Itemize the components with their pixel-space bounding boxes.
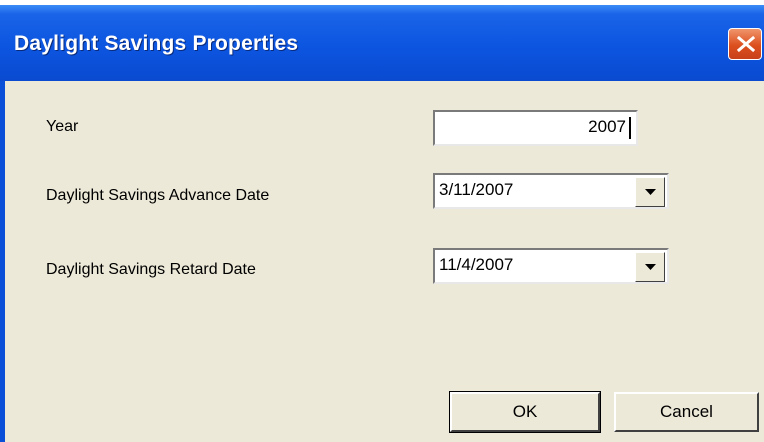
title-bar[interactable]: Daylight Savings Properties xyxy=(0,5,764,81)
cancel-button[interactable]: Cancel xyxy=(614,392,759,432)
chevron-down-icon xyxy=(645,264,656,270)
year-value: 2007 xyxy=(588,117,626,136)
window-title: Daylight Savings Properties xyxy=(14,32,299,55)
retard-date-combobox[interactable]: 11/4/2007 xyxy=(433,248,669,284)
retard-date-dropdown-button[interactable] xyxy=(635,252,665,282)
year-label: Year xyxy=(46,118,79,135)
dialog-body: Year 2007 Daylight Savings Advance Date … xyxy=(5,81,764,442)
close-x-icon xyxy=(737,36,755,52)
ok-button[interactable]: OK xyxy=(449,391,601,433)
retard-date-label: Daylight Savings Retard Date xyxy=(46,261,256,278)
advance-date-value: 3/11/2007 xyxy=(439,180,514,199)
chevron-down-icon xyxy=(645,189,656,195)
retard-date-value: 11/4/2007 xyxy=(439,255,514,274)
close-button[interactable] xyxy=(728,28,762,60)
advance-date-label: Daylight Savings Advance Date xyxy=(46,187,270,204)
advance-date-combobox[interactable]: 3/11/2007 xyxy=(433,173,669,209)
advance-date-dropdown-button[interactable] xyxy=(635,177,665,207)
year-input[interactable]: 2007 xyxy=(433,110,638,146)
text-caret xyxy=(629,117,631,139)
dialog-window: Daylight Savings Properties Year 2007 Da… xyxy=(0,5,764,442)
